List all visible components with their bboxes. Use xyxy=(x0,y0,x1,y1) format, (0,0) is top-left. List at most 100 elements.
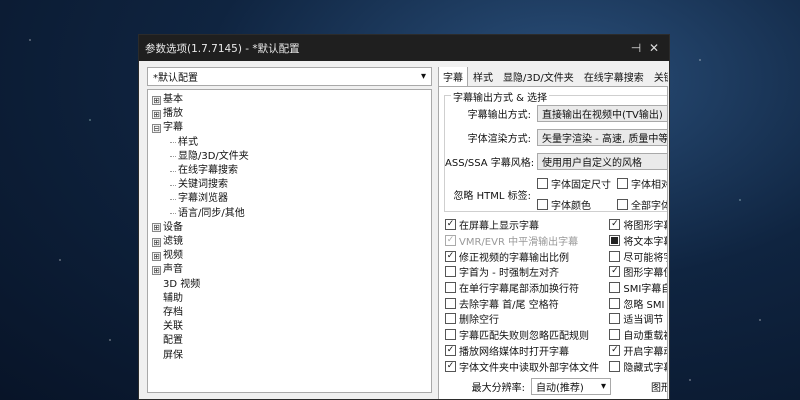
checkbox-option[interactable]: 隐藏式字幕/图文电视 仅首字母大写 xyxy=(609,358,667,374)
tree-item[interactable]: ⊞ 滤镜 xyxy=(152,235,427,249)
tree-item[interactable]: 在线字幕搜索 xyxy=(152,164,427,178)
output-row: 字幕输出方式: 直接输出在视频中(TV输出) ▾ xyxy=(445,105,667,122)
checkbox-icon: ✓ xyxy=(445,360,456,372)
option-row: ✓播放网络媒体时打开字幕✓开启字幕动画特性 xyxy=(445,343,667,359)
preset-dropdown[interactable]: *默认配置 ▾ xyxy=(147,67,432,86)
ass-dropdown[interactable]: 使用用户自定义的风格 ▾ xyxy=(537,153,667,170)
left-pane: *默认配置 ▾ ⊞ 基本 ⊞ 播放 ⊟ 字幕 样式 显隐/3D/文件夹 在线字幕搜索 关键词搜索字… xyxy=(147,67,432,397)
html-label: 忽略 HTML 标签: xyxy=(453,190,531,202)
tree-item-label: 样式 xyxy=(178,136,198,148)
tree-item[interactable]: 屏保 xyxy=(152,349,427,363)
checkbox-option[interactable]: 在单行字幕尾部添加换行符 xyxy=(445,280,609,296)
html-row: 忽略 HTML 标签: 字体固定尺寸字体相对尺寸字体名称字体颜色全部字体全部风格 xyxy=(445,176,667,212)
checkbox-option[interactable]: ✓开启字幕动画特性 xyxy=(609,343,667,359)
tab[interactable]: 在线字幕搜索 xyxy=(579,67,649,86)
checkbox-label: 图形字幕使用自定义位置 xyxy=(623,268,667,280)
tree-item[interactable]: 关联 xyxy=(152,320,427,334)
tab[interactable]: 样式 xyxy=(468,67,498,86)
tree-item[interactable]: 3D 视频 xyxy=(152,278,427,292)
checkbox-option[interactable]: ✓ 字体文件夹中读取外部字体文件 xyxy=(445,358,609,374)
checkbox-option[interactable]: SMI字幕自动添加<BR>换行标签 xyxy=(609,280,667,296)
checkbox-option[interactable]: ✓ 播放网络媒体时打开字幕 xyxy=(445,343,609,359)
tree-item-label: 在线字幕搜索 xyxy=(178,165,238,177)
tree-item[interactable]: 语言/同步/其他 xyxy=(152,207,427,221)
checkbox-label: 播放网络媒体时打开字幕 xyxy=(459,346,569,358)
checkbox-icon: ✓ xyxy=(609,219,621,231)
render-dropdown[interactable]: 矢量字渲染 - 高速, 质量中等(推荐) ▾ xyxy=(537,129,668,146)
checkbox-option[interactable]: 字幕匹配失败则忽略匹配规则 xyxy=(445,327,609,343)
expander-icon[interactable]: ⊞ xyxy=(152,251,161,261)
checkbox-icon xyxy=(609,250,621,262)
checkbox-icon: ✓ xyxy=(445,344,456,356)
checkbox-option[interactable]: 尽可能将字幕输出在画面底部 xyxy=(609,248,667,264)
checkbox-label: 去除字幕 首/尾 空格符 xyxy=(459,299,559,311)
checkbox-option[interactable]: 将文本字幕输出到画面内 xyxy=(609,233,667,249)
tab[interactable]: 关键词搜索 xyxy=(649,67,668,86)
expander-icon[interactable]: ⊞ xyxy=(152,95,161,105)
tree-item[interactable]: ⊞ 声音 xyxy=(152,263,427,277)
expander-icon[interactable]: ⊞ xyxy=(152,223,161,233)
tree-item[interactable]: 字幕浏览器 xyxy=(152,192,427,206)
checkbox-icon xyxy=(537,178,548,189)
checkbox-option[interactable]: ✓ 修正视频的字幕输出比例 xyxy=(445,248,609,264)
checkbox-option[interactable]: 删除空行 xyxy=(445,311,609,327)
checkbox-option[interactable]: 去除字幕 首/尾 空格符 xyxy=(445,295,609,311)
tree-item-label: 滤镜 xyxy=(163,236,183,248)
output-label: 字幕输出方式: xyxy=(467,110,531,121)
resolution-dropdown[interactable]: 自动(推荐) ▾ xyxy=(531,378,611,395)
html-tag-options: 字体固定尺寸字体相对尺寸字体名称字体颜色全部字体全部风格 xyxy=(537,176,667,212)
checkbox-option[interactable]: ✓将图形字幕输出到画面外 xyxy=(609,217,667,233)
checkbox-icon xyxy=(445,313,456,325)
checkbox-option[interactable]: 全部字体 xyxy=(617,197,667,212)
tree-item[interactable]: 样式 xyxy=(152,136,427,150)
checkbox-label: 在单行字幕尾部添加换行符 xyxy=(459,284,579,296)
checkbox-option[interactable]: 字体相对尺寸 xyxy=(617,176,667,191)
pin-icon[interactable]: ⊣ xyxy=(627,41,645,55)
checkbox-label: 字体颜色 xyxy=(551,201,591,212)
tree-item[interactable]: 辅助 xyxy=(152,292,427,306)
tree-item-label: 基本 xyxy=(163,94,183,105)
option-row: 在单行字幕尾部添加换行符 SMI字幕自动添加<BR>换行标签 xyxy=(445,280,667,296)
checkbox-icon xyxy=(609,313,621,325)
tree-item-label: 3D 视频 xyxy=(163,278,201,290)
output-dropdown[interactable]: 直接输出在视频中(TV输出) ▾ xyxy=(537,105,667,122)
checkbox-icon: ✓ xyxy=(445,250,456,262)
expander-icon[interactable]: ⊞ xyxy=(152,237,161,247)
render-value: 矢量字渲染 - 高速, 质量中等(推荐) xyxy=(542,134,668,145)
checkbox-icon: ✓ xyxy=(445,219,456,231)
tree-item[interactable]: ⊞ 设备 xyxy=(152,221,427,235)
expander-icon[interactable]: ⊞ xyxy=(152,266,161,276)
checkbox-icon xyxy=(617,199,628,210)
checkbox-option[interactable]: 字体颜色 xyxy=(537,197,617,212)
close-icon[interactable]: ✕ xyxy=(645,41,663,55)
checkbox-label: 自动重载被修改的字幕 xyxy=(623,331,667,343)
checkbox-option[interactable]: 字体固定尺寸 xyxy=(537,176,617,191)
tree-item-label: 字幕 xyxy=(163,122,183,134)
tree-item[interactable]: ⊞ 基本 xyxy=(152,93,427,107)
checkbox-option[interactable]: ✓ 在屏幕上显示字幕 xyxy=(445,217,609,233)
title-bar: 参数选项(1.7.7145) - *默认配置 ⊣ ✕ xyxy=(139,35,669,61)
checkbox-option[interactable]: 自动重载被修改的字幕 xyxy=(609,327,667,343)
tree-item[interactable]: 关键词搜索 xyxy=(152,178,427,192)
tree-item[interactable]: ⊞ 播放 xyxy=(152,107,427,121)
option-row: 去除字幕 首/尾 空格符 忽略 SMI 字幕<BR>换行标签 xyxy=(445,295,667,311)
checkbox-option[interactable]: 忽略 SMI 字幕<BR>换行标签 xyxy=(609,295,667,311)
output-value: 直接输出在视频中(TV输出) xyxy=(542,110,663,121)
expander-icon[interactable]: ⊟ xyxy=(152,124,161,133)
checkbox-option[interactable]: 字首为 - 时强制左对齐 xyxy=(445,264,609,280)
checkbox-icon: ✓ xyxy=(609,344,621,356)
ass-label: ASS/SSA 字幕风格: xyxy=(445,158,535,169)
tab[interactable]: 显隐/3D/文件夹 xyxy=(498,67,579,86)
checkbox-option[interactable]: ✓图形字幕使用自定义位置 xyxy=(609,264,667,280)
expander-icon[interactable]: ⊞ xyxy=(152,109,161,119)
tree-item[interactable]: 配置 xyxy=(152,334,427,348)
tree-item[interactable]: 存档 xyxy=(152,306,427,320)
checkbox-option[interactable]: 适当调节 SMI 字幕时间 xyxy=(609,311,667,327)
tab[interactable]: 字幕 xyxy=(438,67,468,86)
checkbox-label: 修正视频的字幕输出比例 xyxy=(459,252,569,264)
tree-item[interactable]: 显隐/3D/文件夹 xyxy=(152,150,427,164)
preset-value: *默认配置 xyxy=(153,73,198,84)
tree-item[interactable]: ⊞ 视频 xyxy=(152,249,427,263)
tree-item[interactable]: ⊟ 字幕 xyxy=(152,121,427,135)
checkbox-label: SMI字幕自动添加<BR>换行标签 xyxy=(623,284,667,296)
